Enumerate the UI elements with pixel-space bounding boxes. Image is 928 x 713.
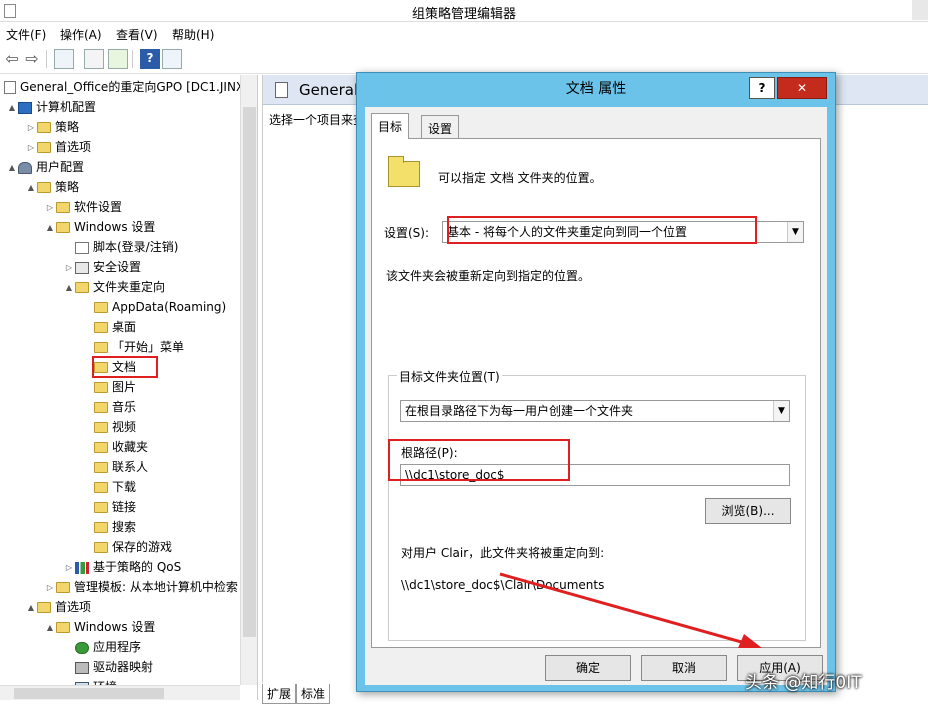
tab-target[interactable]: 目标 bbox=[371, 113, 410, 139]
annotation-arrow bbox=[499, 572, 762, 648]
watermark: 头条 @知行0IT bbox=[745, 673, 862, 693]
